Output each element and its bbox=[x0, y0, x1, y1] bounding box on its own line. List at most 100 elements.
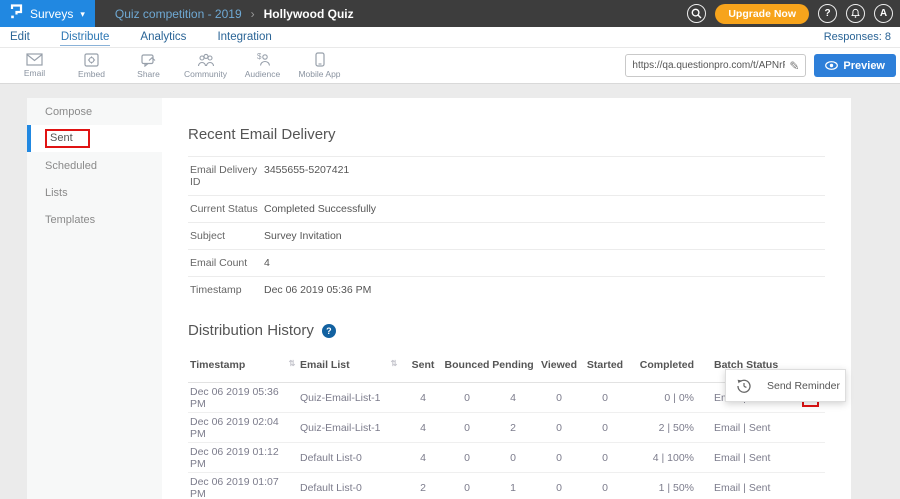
cell-viewed: 0 bbox=[536, 482, 582, 494]
survey-url-field: ✎ bbox=[625, 54, 806, 77]
sidebar-item-label: Scheduled bbox=[45, 160, 97, 172]
detail-label: Current Status bbox=[190, 203, 264, 215]
breadcrumb-current: Hollywood Quiz bbox=[264, 7, 354, 21]
edit-url-icon[interactable]: ✎ bbox=[789, 59, 799, 73]
cell-pending: 4 bbox=[490, 392, 536, 404]
preview-button[interactable]: Preview bbox=[814, 54, 896, 77]
toolbar-item-community[interactable]: Community bbox=[177, 53, 234, 79]
cell-completed: 1 | 50% bbox=[628, 482, 694, 494]
cell-started: 0 bbox=[582, 482, 628, 494]
sort-icon[interactable]: ⇅ bbox=[386, 359, 402, 368]
sidebar-item-label: Sent bbox=[50, 132, 73, 144]
cell-bounced: 0 bbox=[444, 482, 490, 494]
toolbar-item-email[interactable]: Email bbox=[6, 53, 63, 78]
distribute-toolbar: Email Embed Share Community $ Audience M… bbox=[0, 48, 900, 84]
row-context-menu: Send Reminder bbox=[725, 369, 846, 402]
cell-viewed: 0 bbox=[536, 452, 582, 464]
email-icon bbox=[26, 53, 43, 66]
cell-started: 0 bbox=[582, 422, 628, 434]
sidebar-item-compose[interactable]: Compose bbox=[27, 98, 162, 125]
col-email-list[interactable]: Email List bbox=[300, 359, 386, 371]
cell-sent: 4 bbox=[402, 422, 444, 434]
detail-value: Completed Successfully bbox=[264, 203, 376, 215]
detail-row: Subject Survey Invitation bbox=[188, 222, 825, 249]
toolbar-item-embed[interactable]: Embed bbox=[63, 53, 120, 79]
history-help-icon[interactable]: ? bbox=[322, 324, 336, 338]
cell-bounced: 0 bbox=[444, 392, 490, 404]
survey-url-input[interactable] bbox=[632, 60, 785, 71]
cell-batch-status: Email | Sent bbox=[694, 452, 782, 464]
col-viewed: Viewed bbox=[536, 359, 582, 371]
chevron-down-icon: ▾ bbox=[80, 9, 85, 20]
preview-button-label: Preview bbox=[843, 60, 885, 72]
help-button[interactable]: ? bbox=[818, 4, 837, 23]
cell-email-list: Default List-0 bbox=[300, 482, 386, 494]
cell-viewed: 0 bbox=[536, 392, 582, 404]
bell-icon bbox=[850, 8, 861, 19]
detail-value: 4 bbox=[264, 257, 270, 269]
sidebar-item-scheduled[interactable]: Scheduled bbox=[27, 152, 162, 179]
account-avatar[interactable]: A bbox=[874, 4, 893, 23]
mobile-app-icon bbox=[315, 52, 325, 67]
toolbar-item-audience[interactable]: $ Audience bbox=[234, 52, 291, 79]
send-reminder-icon bbox=[737, 379, 751, 393]
search-button[interactable] bbox=[687, 4, 706, 23]
sidebar-item-templates[interactable]: Templates bbox=[27, 206, 162, 233]
cell-bounced: 0 bbox=[444, 452, 490, 464]
history-title: Distribution History bbox=[188, 322, 314, 339]
distribute-sidebar: Compose Sent Scheduled Lists Templates bbox=[27, 98, 162, 499]
cell-timestamp: Dec 06 2019 02:04 PM bbox=[188, 416, 284, 440]
cell-timestamp: Dec 06 2019 01:12 PM bbox=[188, 446, 284, 470]
detail-row: Email Delivery ID 3455655-5207421 bbox=[188, 156, 825, 195]
table-row: Dec 06 2019 02:04 PM Quiz-Email-List-1 4… bbox=[188, 413, 825, 443]
col-started: Started bbox=[582, 359, 628, 371]
sidebar-item-lists[interactable]: Lists bbox=[27, 179, 162, 206]
breadcrumb-separator: › bbox=[251, 7, 255, 21]
upgrade-now-button[interactable]: Upgrade Now bbox=[715, 4, 809, 24]
tab-analytics[interactable]: Analytics bbox=[139, 29, 187, 45]
detail-label: Email Count bbox=[190, 257, 264, 269]
surveys-menu[interactable]: Surveys ▾ bbox=[0, 0, 95, 27]
sort-icon[interactable]: ⇅ bbox=[284, 359, 300, 368]
cell-completed: 2 | 50% bbox=[628, 422, 694, 434]
send-reminder-item[interactable]: Send Reminder bbox=[767, 380, 840, 392]
sidebar-item-sent[interactable]: Sent bbox=[27, 125, 162, 152]
tab-integration[interactable]: Integration bbox=[216, 29, 272, 45]
col-pending: Pending bbox=[490, 359, 536, 371]
audience-icon: $ bbox=[254, 52, 272, 67]
tab-edit[interactable]: Edit bbox=[9, 29, 31, 45]
history-title-row: Distribution History ? bbox=[188, 322, 825, 339]
detail-value: Dec 06 2019 05:36 PM bbox=[264, 284, 371, 296]
toolbar-item-label: Embed bbox=[78, 69, 105, 79]
community-icon bbox=[197, 53, 215, 67]
col-completed: Completed bbox=[628, 359, 694, 371]
search-icon bbox=[691, 8, 702, 19]
eye-icon bbox=[825, 61, 838, 70]
app-window: Surveys ▾ Quiz competition - 2019 › Holl… bbox=[0, 0, 900, 499]
cell-completed: 4 | 100% bbox=[628, 452, 694, 464]
detail-label: Email Delivery ID bbox=[190, 164, 264, 188]
recent-delivery-title: Recent Email Delivery bbox=[188, 126, 825, 143]
sidebar-item-label: Lists bbox=[45, 187, 68, 199]
toolbar-item-label: Mobile App bbox=[298, 69, 340, 79]
detail-value: 3455655-5207421 bbox=[264, 164, 349, 188]
toolbar-item-share[interactable]: Share bbox=[120, 53, 177, 79]
survey-url-zone: ✎ Preview bbox=[625, 54, 900, 77]
toolbar-item-mobile-app[interactable]: Mobile App bbox=[291, 52, 348, 79]
col-timestamp[interactable]: Timestamp bbox=[188, 359, 284, 371]
share-icon bbox=[141, 53, 157, 67]
toolbar-item-label: Email bbox=[24, 68, 45, 78]
toolbar-item-label: Community bbox=[184, 69, 227, 79]
tab-distribute[interactable]: Distribute bbox=[60, 29, 111, 46]
survey-nav: Edit Distribute Analytics Integration Re… bbox=[0, 27, 900, 48]
detail-label: Timestamp bbox=[190, 284, 264, 296]
detail-value: Survey Invitation bbox=[264, 230, 342, 242]
topbar-actions: Upgrade Now ? A bbox=[687, 4, 900, 24]
notifications-button[interactable] bbox=[846, 4, 865, 23]
breadcrumb-parent-link[interactable]: Quiz competition - 2019 bbox=[115, 7, 242, 21]
cell-batch-status: Email | Sent bbox=[694, 482, 782, 494]
cell-email-list: Quiz-Email-List-1 bbox=[300, 392, 386, 404]
responses-count-link[interactable]: Responses: 8 bbox=[824, 31, 891, 43]
cell-viewed: 0 bbox=[536, 422, 582, 434]
toolbar-item-label: Share bbox=[137, 69, 160, 79]
